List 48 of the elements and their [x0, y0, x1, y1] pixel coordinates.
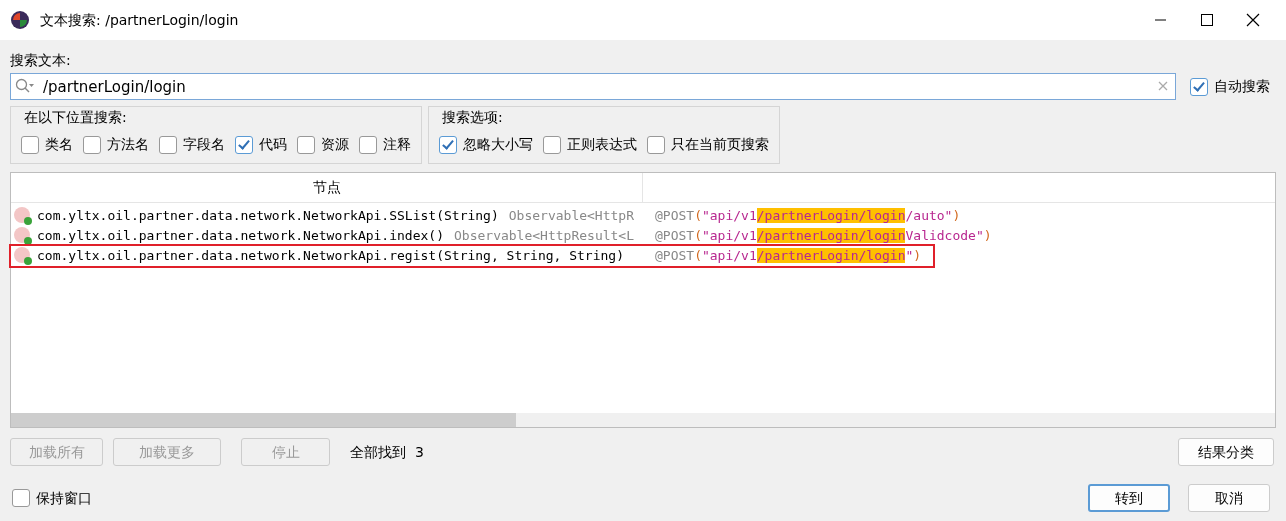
checkbox-label: 只在当前页搜索 [671, 135, 769, 154]
checkbox[interactable] [543, 135, 561, 154]
checkbox[interactable] [12, 489, 30, 507]
checkbox[interactable] [1190, 77, 1208, 96]
checkbox[interactable] [297, 135, 315, 154]
method-icon [13, 206, 33, 226]
method-icon [13, 246, 33, 266]
node-text: com.yltx.oil.partner.data.network.NetworkApi.regist(String, String, String) [37, 247, 624, 266]
code-snippet: @POST("api/v1/partnerLogin/login/auto") [655, 207, 961, 226]
checkbox[interactable] [647, 135, 665, 154]
checkbox-label: 正则表达式 [567, 135, 637, 154]
code-snippet: @POST("api/v1/partnerLogin/login") [655, 247, 922, 266]
dialog-button[interactable]: 取消 [1188, 484, 1270, 512]
dialog-button[interactable]: 转到 [1088, 484, 1170, 512]
checkbox[interactable] [159, 135, 177, 154]
checkbox-label: 注释 [383, 135, 411, 154]
method-icon [13, 226, 33, 246]
result-count: 全部找到 3 [350, 442, 424, 462]
search-icon[interactable] [15, 78, 35, 94]
result-row[interactable]: com.yltx.oil.partner.data.network.NetworkApi.index() Observable<HttpResult<L @POST("api/v1/partnerLogin/loginValidcode") [11, 226, 998, 246]
checkbox-label: 自动搜索 [1214, 77, 1270, 96]
code-snippet: @POST("api/v1/partnerLogin/loginValidcode") [655, 227, 992, 246]
checkbox-label: 资源 [321, 135, 349, 154]
return-type: Observable<HttpResult<L [454, 227, 634, 246]
result-row[interactable]: com.yltx.oil.partner.data.network.NetworkApi.SSList(String) Observable<HttpR @POST("api/v1/partnerLogin/login/auto") [11, 206, 967, 226]
checkbox-label: 字段名 [183, 135, 225, 154]
return-type: Observable<HttpR [508, 207, 634, 226]
scrollbar-thumb[interactable] [11, 413, 516, 427]
checkbox[interactable] [83, 135, 101, 154]
checkbox-label: 忽略大小写 [463, 135, 533, 154]
window-title: 文本搜索: /partnerLogin/login [40, 10, 239, 30]
checkbox-label: 方法名 [107, 135, 149, 154]
checkbox-label: 类名 [45, 135, 73, 154]
result-row[interactable]: com.yltx.oil.partner.data.network.NetworkApi.regist(String, String, String) @POST("api/v1/partnerLogin/login") [11, 246, 933, 266]
checkbox[interactable] [439, 135, 457, 154]
search-field[interactable]: /partnerLogin/login [10, 73, 1176, 100]
clear-icon[interactable] [1158, 81, 1168, 91]
app-logo-icon [10, 10, 30, 30]
checkbox[interactable] [21, 135, 39, 154]
node-text: com.yltx.oil.partner.data.network.NetworkApi.SSList(String) [37, 207, 499, 226]
node-text: com.yltx.oil.partner.data.network.NetworkApi.index() [37, 227, 444, 246]
checkbox-label: 代码 [259, 135, 287, 154]
checkbox[interactable] [235, 135, 253, 154]
column-header: 节点 [312, 178, 341, 197]
checkbox-label: 保持窗口 [36, 488, 92, 508]
group-results-button[interactable]: 结果分类 [1178, 438, 1274, 466]
checkbox[interactable] [359, 135, 377, 154]
field-label: 搜索文本: [9, 51, 72, 70]
